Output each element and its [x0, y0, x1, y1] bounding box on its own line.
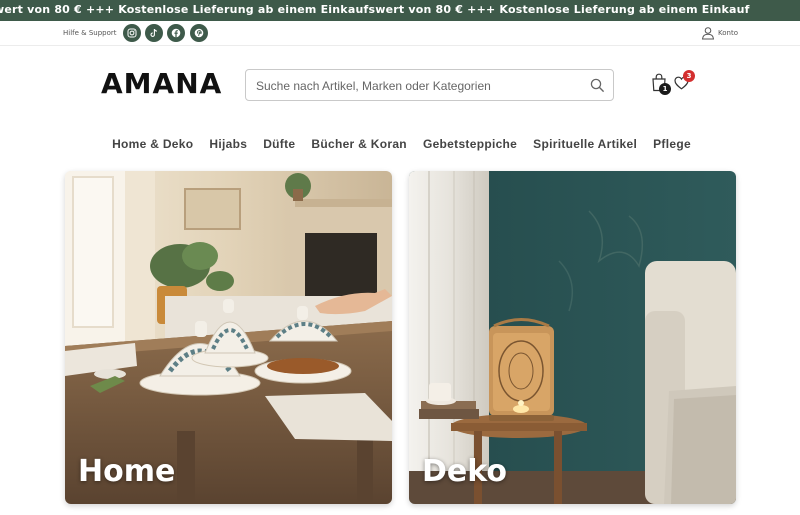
nav-item-hijabs[interactable]: Hijabs	[209, 137, 247, 151]
pinterest-icon[interactable]	[190, 24, 208, 42]
search-input[interactable]	[256, 77, 576, 95]
top-utility-bar: Hilfe & Support Konto	[0, 21, 800, 46]
announcement-text: wert von 80 € +++ Kostenlose Lieferung a…	[0, 3, 750, 16]
nav-item-duefte[interactable]: Düfte	[263, 137, 295, 151]
help-support-link[interactable]: Hilfe & Support	[63, 29, 117, 37]
category-card-home[interactable]: Home	[65, 171, 392, 504]
tiktok-icon[interactable]	[145, 24, 163, 42]
category-label-deko: Deko	[422, 454, 508, 489]
facebook-icon[interactable]	[167, 24, 185, 42]
account-link[interactable]: Konto	[701, 26, 738, 40]
account-label: Konto	[718, 29, 738, 37]
search-icon[interactable]	[590, 78, 605, 93]
category-label-home: Home	[78, 454, 176, 489]
brand-logo[interactable]: AMANA	[101, 69, 222, 99]
main-navigation: Home & Deko Hijabs Düfte Bücher & Koran …	[0, 137, 800, 151]
cart-count-badge: 1	[659, 83, 671, 95]
nav-item-gebetsteppiche[interactable]: Gebetsteppiche	[423, 137, 517, 151]
wishlist-count-badge: 3	[683, 70, 695, 82]
instagram-icon[interactable]	[123, 24, 141, 42]
user-icon	[701, 27, 715, 40]
category-card-deko[interactable]: Deko	[409, 171, 736, 504]
nav-item-buecher-koran[interactable]: Bücher & Koran	[311, 137, 407, 151]
nav-item-spirituelle-artikel[interactable]: Spirituelle Artikel	[533, 137, 637, 151]
search-bar	[245, 69, 614, 101]
nav-item-home-deko[interactable]: Home & Deko	[112, 137, 193, 151]
announcement-bar: wert von 80 € +++ Kostenlose Lieferung a…	[0, 0, 800, 21]
nav-item-pflege[interactable]: Pflege	[653, 137, 691, 151]
